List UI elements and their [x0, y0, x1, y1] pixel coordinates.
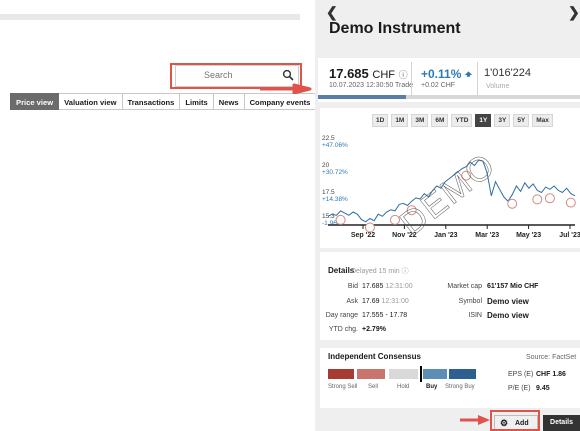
price-value: 17.685	[329, 66, 369, 81]
eps-label: EPS (E)	[508, 371, 534, 378]
dayrange-value: 17.555 - 17.78	[362, 312, 408, 319]
add-highlight-box	[490, 410, 540, 431]
annotation-arrow-icon	[460, 415, 490, 425]
y-tick-label: 20	[322, 162, 330, 169]
buy-label: Buy	[426, 384, 438, 390]
eps-value: CHF 1.86	[536, 371, 566, 378]
tab-valuation-view[interactable]: Valuation view	[59, 93, 123, 110]
strong-buy-label: Strong Buy	[445, 384, 475, 390]
info-icon[interactable]: ⓘ	[399, 70, 408, 80]
tab-price-view[interactable]: Price view	[10, 93, 60, 110]
y-tick-label: 17.5	[322, 189, 335, 196]
delayed-note: Delayed 15 min ⓘ	[351, 266, 409, 276]
buy-segment	[423, 369, 447, 379]
x-tick-label: Mar '23	[475, 232, 499, 239]
price-currency: CHF	[372, 69, 395, 81]
x-tick-label: May '23	[516, 232, 541, 239]
y-tick-pct-label: +47.06%	[322, 142, 348, 149]
annotation-arrow-icon	[260, 83, 312, 94]
ask-value: 17.69 12:31:00	[362, 298, 409, 305]
change-absolute: +0.02 CHF	[421, 82, 456, 89]
consensus-title: Independent Consensus	[328, 352, 421, 361]
hold-label: Hold	[397, 384, 410, 390]
bid-value: 17.685 12:31:00	[362, 283, 413, 290]
info-icon[interactable]: ⓘ	[402, 268, 409, 275]
strong-buy-segment	[449, 369, 476, 379]
dividend-event-marker[interactable]	[532, 194, 543, 205]
ytd-value: +2.79%	[362, 326, 386, 333]
change-percent-value: +0.11%	[421, 67, 462, 81]
ask-time: 12:31:00	[381, 298, 409, 305]
mcap-value: 61'157 Mio CHF	[487, 283, 539, 290]
mcap-label: Market cap	[447, 283, 482, 290]
sell-label: Sell	[368, 384, 379, 390]
price-timestamp: 10.07.2023 12:30:50 Trade	[329, 82, 414, 89]
volume-label: Volume	[486, 83, 510, 90]
bid-time: 12:31:00	[385, 283, 413, 290]
sell-segment	[357, 369, 385, 379]
instrument-title: Demo Instrument	[329, 20, 461, 37]
x-tick-label: Jul '23	[559, 232, 580, 239]
view-tabs: Price view Valuation view Transactions L…	[10, 93, 317, 110]
divider	[411, 62, 412, 98]
quote-progress-bar	[318, 95, 580, 99]
dividend-event-marker[interactable]	[565, 197, 576, 208]
y-tick-pct-label: +30.72%	[322, 169, 348, 176]
strong-sell-label: Strong Sell	[328, 384, 358, 390]
x-tick-label: Jan '23	[434, 232, 458, 239]
close-icon[interactable]: ❯	[568, 4, 580, 21]
bid-label: Bid	[347, 283, 358, 290]
isin-value: Demo view	[487, 311, 529, 320]
tab-transactions[interactable]: Transactions	[122, 93, 181, 110]
ask-label: Ask	[346, 298, 358, 305]
y-tick-pct-label: +14.38%	[322, 196, 348, 203]
last-price: 17.685 CHF ⓘ	[329, 66, 408, 81]
symbol-label: Symbol	[458, 298, 482, 305]
price-chart[interactable]: 22.5+47.06%20+30.72%17.5+14.38%15.3-1.96…	[320, 125, 580, 245]
pe-value: 9.45	[536, 385, 550, 392]
tab-news[interactable]: News	[213, 93, 245, 110]
dividend-event-marker[interactable]	[544, 193, 555, 204]
pe-label: P/E (E)	[508, 385, 531, 392]
volume-value: 1'016'224	[484, 67, 532, 79]
isin-label: ISIN	[468, 312, 482, 319]
x-tick-label: Sep '22	[351, 232, 375, 239]
back-chevron-icon[interactable]: ❮	[326, 4, 338, 21]
arrow-up-icon: 🠹	[464, 67, 473, 81]
details-button[interactable]: Details	[543, 415, 580, 431]
consensus-marker	[420, 366, 422, 382]
dividend-event-marker[interactable]	[335, 214, 346, 225]
y-tick-label: 22.5	[322, 135, 335, 142]
delayed-text: Delayed 15 min	[351, 268, 400, 275]
bid-price: 17.685	[362, 283, 384, 290]
dayrange-label: Day range	[325, 312, 358, 319]
tab-limits[interactable]: Limits	[180, 93, 214, 110]
dividend-event-marker[interactable]	[507, 198, 518, 209]
ytd-label: YTD chg.	[328, 326, 358, 333]
strong-sell-segment	[328, 369, 354, 379]
divider	[477, 62, 478, 98]
top-progress-bar	[0, 14, 300, 20]
tab-company-events[interactable]: Company events	[244, 93, 317, 110]
symbol-value: Demo view	[487, 297, 529, 306]
consensus-source: Source: FactSet	[526, 354, 577, 361]
ask-price: 17.69	[362, 298, 380, 305]
dividend-event-marker[interactable]	[364, 222, 375, 233]
hold-segment	[389, 369, 418, 379]
